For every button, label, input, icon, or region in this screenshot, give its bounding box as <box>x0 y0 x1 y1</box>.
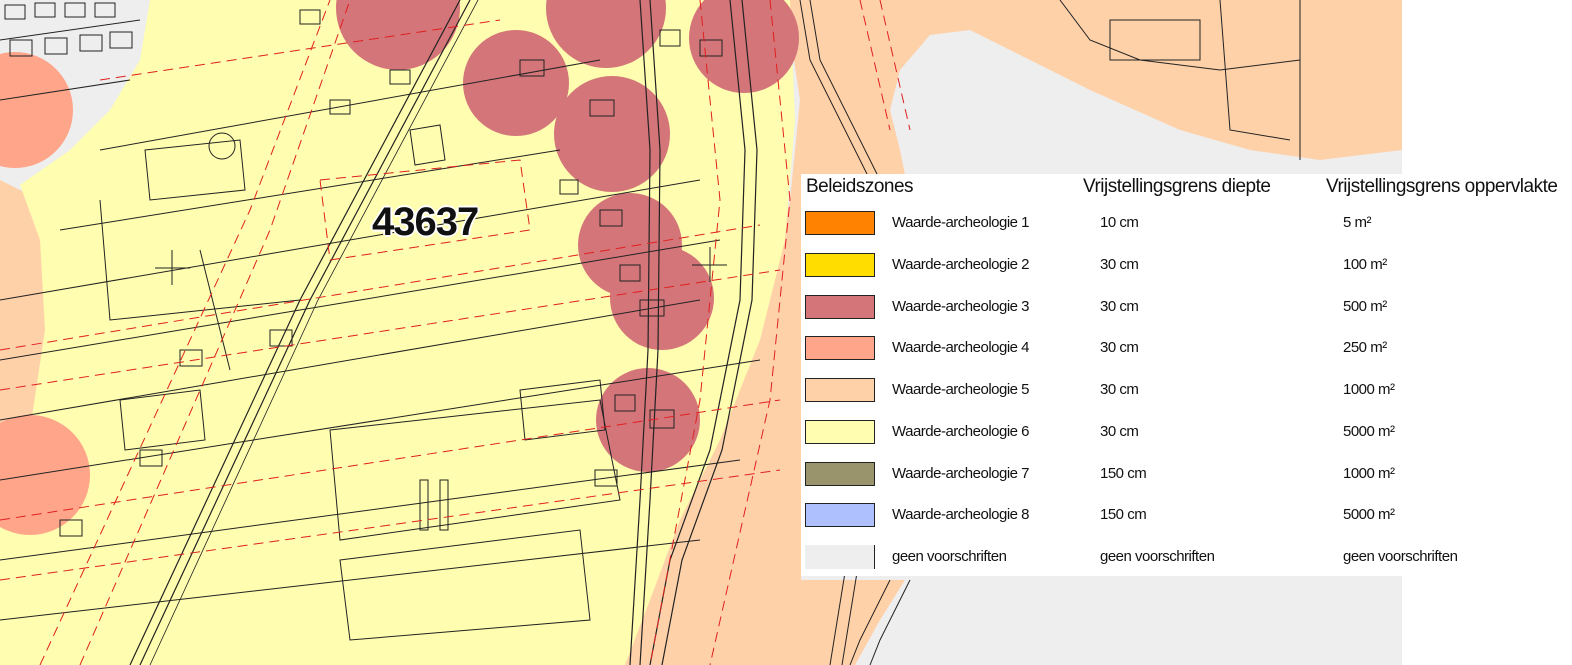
legend-row: Waarde-archeologie 6 30 cm 5000 m² <box>801 418 1572 450</box>
legend-area-value: 1000 m² <box>1343 381 1395 398</box>
legend-row: Waarde-archeologie 2 30 cm 100 m² <box>801 251 1572 283</box>
legend-area-value: 5 m² <box>1343 214 1372 231</box>
legend-area-value: 5000 m² <box>1343 506 1395 523</box>
legend-swatch <box>805 253 875 277</box>
legend-swatch <box>805 211 875 235</box>
legend-depth-value: 10 cm <box>1100 214 1139 231</box>
legend-depth-value: 150 cm <box>1100 506 1147 523</box>
parcel-number-label: 43637 <box>372 200 479 244</box>
legend-swatch <box>805 336 875 360</box>
legend-depth-value: 30 cm <box>1100 381 1139 398</box>
legend-area-value: 1000 m² <box>1343 465 1395 482</box>
legend-swatch <box>805 462 875 486</box>
legend-depth-value: 30 cm <box>1100 256 1139 273</box>
legend-depth-value: 30 cm <box>1100 423 1139 440</box>
legend-area-value: 500 m² <box>1343 298 1387 315</box>
legend-depth-value: 30 cm <box>1100 298 1139 315</box>
legend-swatch <box>805 378 875 402</box>
legend-zone-label: Waarde-archeologie 1 <box>892 214 1030 231</box>
legend-zone-label: Waarde-archeologie 8 <box>892 506 1030 523</box>
legend-depth-value: geen voorschriften <box>1100 548 1215 565</box>
legend-area-value: 100 m² <box>1343 256 1387 273</box>
legend-swatch <box>805 545 875 569</box>
zone-3-circle <box>610 246 714 350</box>
legend-area-value: 250 m² <box>1343 339 1387 356</box>
legend-area-value: geen voorschriften <box>1343 548 1458 565</box>
legend-swatch <box>805 420 875 444</box>
legend-zone-label: Waarde-archeologie 3 <box>892 298 1030 315</box>
legend-zone-label: Waarde-archeologie 2 <box>892 256 1030 273</box>
legend-depth-value: 150 cm <box>1100 465 1147 482</box>
legend-row: Waarde-archeologie 1 10 cm 5 m² <box>801 209 1572 241</box>
zone-3-circle <box>463 30 569 136</box>
legend-swatch <box>805 295 875 319</box>
legend-zone-label: Waarde-archeologie 6 <box>892 423 1030 440</box>
legend-zone-label: geen voorschriften <box>892 548 1007 565</box>
legend-row: Waarde-archeologie 4 30 cm 250 m² <box>801 334 1572 366</box>
zone-3-circle <box>554 76 670 192</box>
legend-zone-label: Waarde-archeologie 4 <box>892 339 1030 356</box>
legend-zone-label: Waarde-archeologie 5 <box>892 381 1030 398</box>
legend-zone-label: Waarde-archeologie 7 <box>892 465 1030 482</box>
legend-row: Waarde-archeologie 7 150 cm 1000 m² <box>801 460 1572 492</box>
legend-depth-value: 30 cm <box>1100 339 1139 356</box>
legend-header-area: Vrijstellingsgrens oppervlakte <box>1326 176 1558 197</box>
legend-row: Waarde-archeologie 3 30 cm 500 m² <box>801 293 1572 325</box>
legend-header-depth: Vrijstellingsgrens diepte <box>1083 176 1271 197</box>
legend-row: geen voorschriften geen voorschriften geen… <box>801 543 1572 575</box>
map-legend: Beleidszones Vrijstellingsgrens diepte V… <box>801 174 1572 576</box>
legend-header-zone: Beleidszones <box>806 176 914 197</box>
legend-swatch <box>805 503 875 527</box>
legend-area-value: 5000 m² <box>1343 423 1395 440</box>
legend-row: Waarde-archeologie 5 30 cm 1000 m² <box>801 376 1572 408</box>
legend-row: Waarde-archeologie 8 150 cm 5000 m² <box>801 501 1572 533</box>
